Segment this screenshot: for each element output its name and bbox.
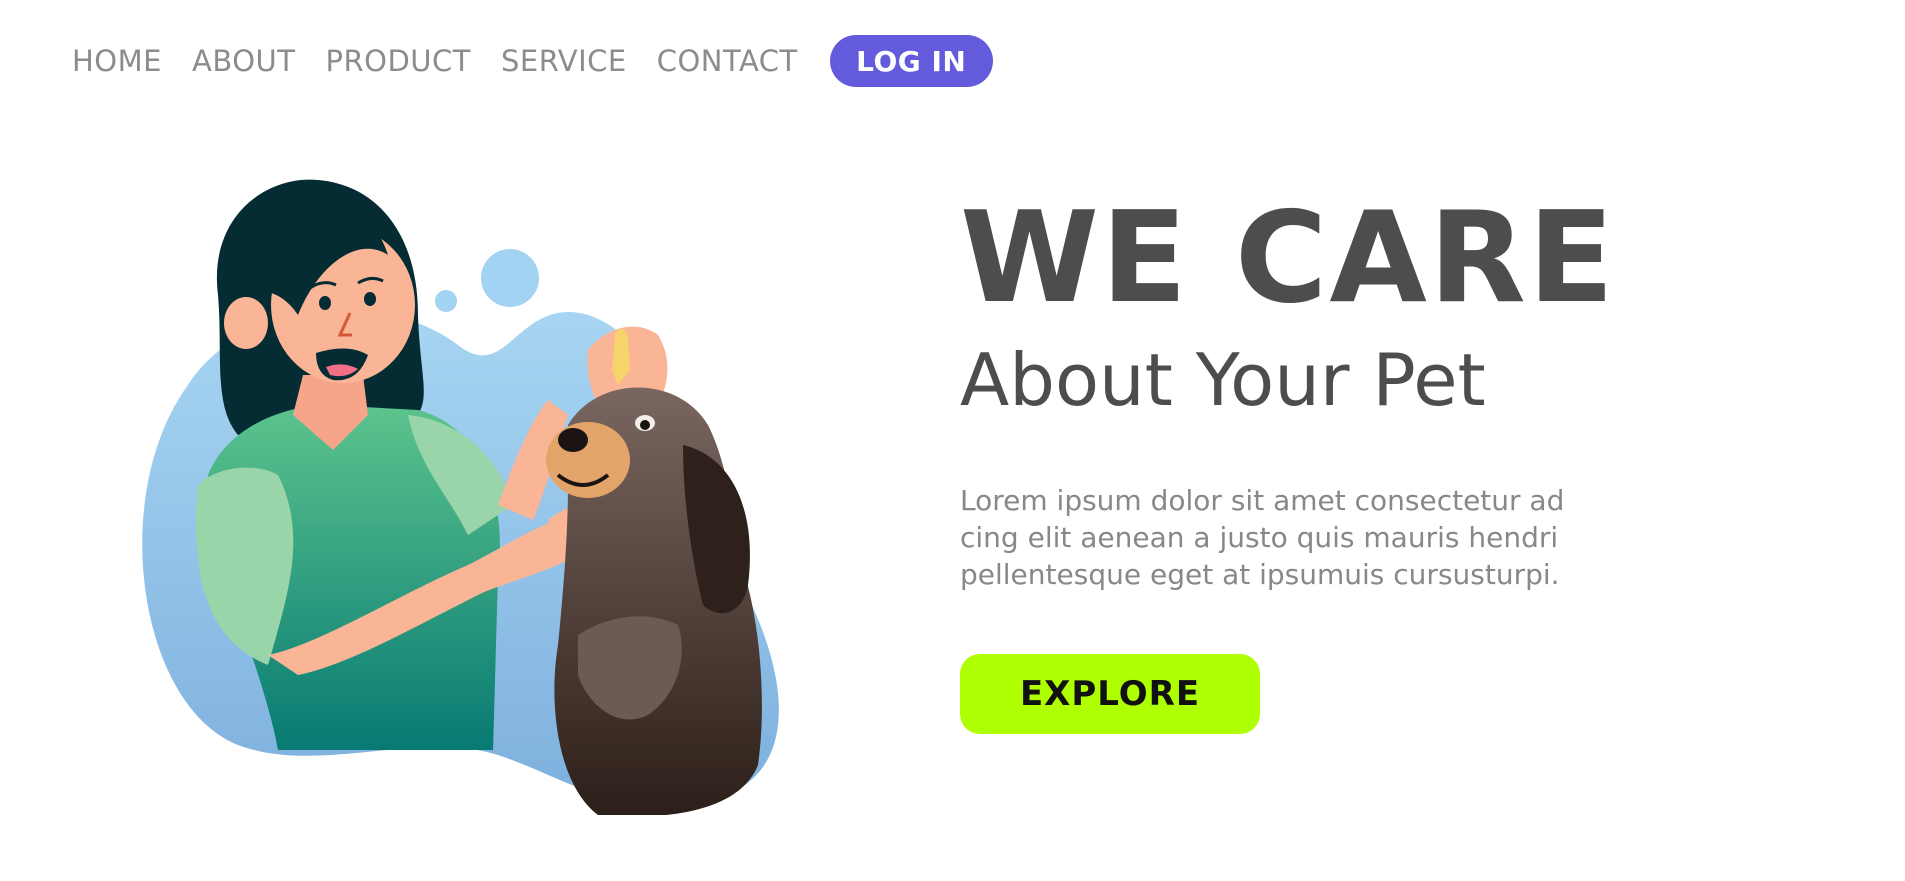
pet-care-illustration	[142, 179, 779, 815]
hero-description: Lorem ipsum dolor sit amet consectetur a…	[960, 482, 1660, 593]
hero-subheadline: About Your Pet	[960, 338, 1486, 422]
nav-link-product[interactable]: PRODUCT	[325, 44, 470, 78]
hero-description-line: cing elit aenean a justo quis mauris hen…	[960, 521, 1559, 554]
nav-link-home[interactable]: HOME	[72, 44, 162, 78]
bubble-small	[435, 290, 457, 312]
hero-headline: WE CARE	[960, 184, 1616, 331]
dog-figure	[546, 387, 762, 815]
nav-link-service[interactable]: SERVICE	[501, 44, 627, 78]
explore-button[interactable]: EXPLORE	[960, 654, 1260, 734]
bubble-large	[481, 249, 539, 307]
login-button[interactable]: LOG IN	[829, 35, 993, 87]
hero-description-line: Lorem ipsum dolor sit amet consectetur a…	[960, 484, 1565, 517]
main-nav: HOME ABOUT PRODUCT SERVICE CONTACT LOG I…	[72, 35, 993, 87]
nav-link-contact[interactable]: CONTACT	[657, 44, 798, 78]
nav-link-about[interactable]: ABOUT	[192, 44, 296, 78]
hero-description-line: pellentesque eget at ipsumuis cursusturp…	[960, 558, 1560, 591]
